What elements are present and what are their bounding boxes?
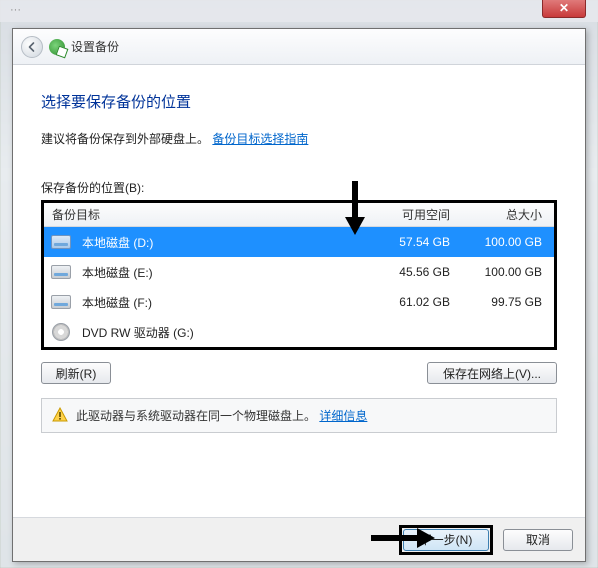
dvd-drive-icon [50, 323, 72, 341]
col-free[interactable]: 可用空间 [370, 206, 462, 223]
warning-icon [52, 407, 68, 423]
col-total[interactable]: 总大小 [462, 206, 554, 223]
drive-name: DVD RW 驱动器 (G:) [82, 324, 370, 341]
hard-drive-icon [50, 233, 72, 251]
wizard-title: 设置备份 [71, 38, 119, 55]
drive-free: 45.56 GB [370, 265, 462, 279]
drive-total: 99.75 GB [462, 295, 554, 309]
list-actions: 刷新(R) 保存在网络上(V)... [41, 362, 557, 384]
drive-row[interactable]: 本地磁盘 (D:)57.54 GB100.00 GB [44, 227, 554, 257]
save-on-network-button[interactable]: 保存在网络上(V)... [427, 362, 557, 384]
wizard-window: 设置备份 选择要保存备份的位置 建议将备份保存到外部硬盘上。 备份目标选择指南 … [12, 28, 586, 562]
page-heading: 选择要保存备份的位置 [41, 91, 557, 112]
col-target[interactable]: 备份目标 [44, 206, 370, 223]
wizard-header: 设置备份 [13, 29, 585, 65]
warning-text: 此驱动器与系统驱动器在同一个物理磁盘上。 [76, 409, 316, 423]
drive-name: 本地磁盘 (F:) [82, 294, 370, 311]
back-button[interactable] [21, 36, 43, 58]
drive-total: 100.00 GB [462, 265, 554, 279]
drive-total: 100.00 GB [462, 235, 554, 249]
hard-drive-icon [50, 293, 72, 311]
next-button-highlight: 下一步(N) [399, 525, 493, 555]
wizard-footer: 下一步(N) 取消 [13, 517, 585, 561]
backup-icon [49, 39, 65, 55]
warning-box: 此驱动器与系统驱动器在同一个物理磁盘上。 详细信息 [41, 398, 557, 433]
next-button[interactable]: 下一步(N) [403, 529, 489, 551]
drive-list: 备份目标 可用空间 总大小 本地磁盘 (D:)57.54 GB100.00 GB… [41, 200, 557, 350]
refresh-button[interactable]: 刷新(R) [41, 362, 111, 384]
drive-name: 本地磁盘 (D:) [82, 234, 370, 251]
list-header: 备份目标 可用空间 总大小 [44, 203, 554, 227]
guide-link[interactable]: 备份目标选择指南 [212, 132, 308, 146]
content-area: 选择要保存备份的位置 建议将备份保存到外部硬盘上。 备份目标选择指南 保存备份的… [13, 65, 585, 447]
drive-row[interactable]: 本地磁盘 (E:)45.56 GB100.00 GB [44, 257, 554, 287]
drive-free: 61.02 GB [370, 295, 462, 309]
drive-row[interactable]: DVD RW 驱动器 (G:) [44, 317, 554, 347]
hard-drive-icon [50, 263, 72, 281]
warning-text-wrap: 此驱动器与系统驱动器在同一个物理磁盘上。 详细信息 [76, 407, 367, 424]
list-label: 保存备份的位置(B): [41, 179, 557, 196]
parent-window-chrome: ··· [0, 0, 598, 22]
window-close-button[interactable]: ✕ [542, 0, 586, 18]
intro-text: 建议将备份保存到外部硬盘上。 [41, 132, 209, 146]
intro-line: 建议将备份保存到外部硬盘上。 备份目标选择指南 [41, 130, 557, 147]
drive-name: 本地磁盘 (E:) [82, 264, 370, 281]
drive-row[interactable]: 本地磁盘 (F:)61.02 GB99.75 GB [44, 287, 554, 317]
drive-free: 57.54 GB [370, 235, 462, 249]
warning-details-link[interactable]: 详细信息 [319, 409, 367, 423]
cancel-button[interactable]: 取消 [503, 529, 573, 551]
